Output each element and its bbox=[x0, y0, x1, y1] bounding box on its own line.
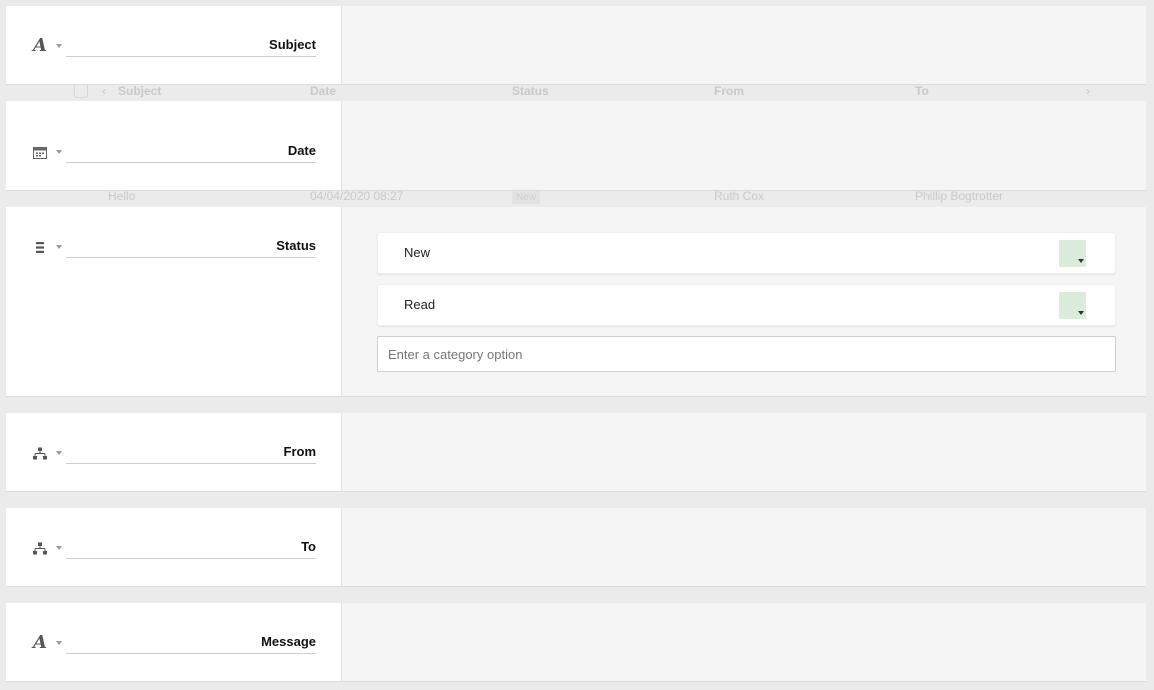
field-name-input[interactable]: Message bbox=[66, 630, 316, 654]
link-row-icon[interactable] bbox=[32, 540, 48, 556]
field-header: A Subject bbox=[6, 6, 342, 84]
field-options-area bbox=[342, 603, 1146, 681]
field-config-page: ‹ Subject Date Status From To › Hello 04… bbox=[0, 0, 1154, 690]
field-name-input[interactable]: From bbox=[66, 440, 316, 464]
category-options-area: New Read bbox=[342, 207, 1146, 396]
list-icon[interactable] bbox=[32, 239, 48, 255]
field-header: From bbox=[6, 413, 342, 491]
field-panel-status: Status New Read bbox=[6, 207, 1146, 397]
status-badge: New bbox=[512, 191, 541, 204]
category-option-label[interactable]: New bbox=[404, 245, 430, 260]
grid-cell-status: New bbox=[512, 189, 541, 204]
field-header: Date bbox=[6, 101, 342, 190]
chevron-down-icon[interactable] bbox=[56, 451, 62, 455]
field-name-input[interactable]: To bbox=[66, 535, 316, 559]
field-panel-message: A Message bbox=[6, 603, 1146, 682]
field-name-input[interactable]: Status bbox=[66, 234, 316, 258]
grid-cell-subject: Hello bbox=[108, 189, 136, 203]
chevron-down-icon bbox=[1078, 259, 1084, 263]
chevron-down-icon[interactable] bbox=[56, 546, 62, 550]
field-options-area bbox=[342, 101, 1146, 190]
color-swatch-button[interactable] bbox=[1059, 292, 1086, 319]
new-category-option-input[interactable] bbox=[377, 336, 1116, 372]
field-header: Status bbox=[6, 207, 342, 396]
field-panel-from: From bbox=[6, 413, 1146, 492]
field-header: A Message bbox=[6, 603, 342, 681]
grid-header-to: To bbox=[915, 84, 929, 98]
category-option-new[interactable]: New bbox=[377, 232, 1116, 274]
table-row: Hello 04/04/2020 08:27 New Ruth Cox Phil… bbox=[40, 189, 1110, 204]
text-type-icon[interactable]: A bbox=[32, 634, 48, 652]
grid-header-subject: Subject bbox=[118, 84, 162, 98]
chevron-left-icon: ‹ bbox=[102, 84, 106, 98]
grid-header-date: Date bbox=[310, 84, 337, 98]
field-panel-date: Date bbox=[6, 101, 1146, 191]
field-panel-to: To bbox=[6, 508, 1146, 587]
category-option-read[interactable]: Read bbox=[377, 284, 1116, 326]
field-header: To bbox=[6, 508, 342, 586]
chevron-down-icon[interactable] bbox=[56, 245, 62, 249]
field-options-area bbox=[342, 413, 1146, 491]
field-options-area bbox=[342, 6, 1146, 84]
grid-header-from: From bbox=[714, 84, 744, 98]
link-row-icon[interactable] bbox=[32, 445, 48, 461]
select-all-checkbox bbox=[74, 84, 88, 98]
grid-header-status: Status bbox=[512, 84, 549, 98]
field-panel-subject: A Subject bbox=[6, 6, 1146, 85]
text-type-icon[interactable]: A bbox=[32, 37, 48, 55]
background-grid-header: ‹ Subject Date Status From To › bbox=[40, 84, 1110, 98]
chevron-down-icon[interactable] bbox=[56, 150, 62, 154]
grid-cell-to: Phillip Bogtrotter bbox=[915, 189, 1004, 203]
color-swatch-button[interactable] bbox=[1059, 240, 1086, 267]
chevron-down-icon[interactable] bbox=[56, 44, 62, 48]
field-name-input[interactable]: Date bbox=[66, 139, 316, 163]
grid-cell-from: Ruth Cox bbox=[714, 189, 765, 203]
category-option-label[interactable]: Read bbox=[404, 297, 435, 312]
chevron-right-icon: › bbox=[1086, 84, 1090, 98]
chevron-down-icon[interactable] bbox=[56, 641, 62, 645]
field-name-input[interactable]: Subject bbox=[66, 33, 316, 57]
calendar-icon[interactable] bbox=[32, 144, 48, 160]
chevron-down-icon bbox=[1078, 311, 1084, 315]
field-options-area bbox=[342, 508, 1146, 586]
grid-cell-date: 04/04/2020 08:27 bbox=[310, 189, 404, 203]
